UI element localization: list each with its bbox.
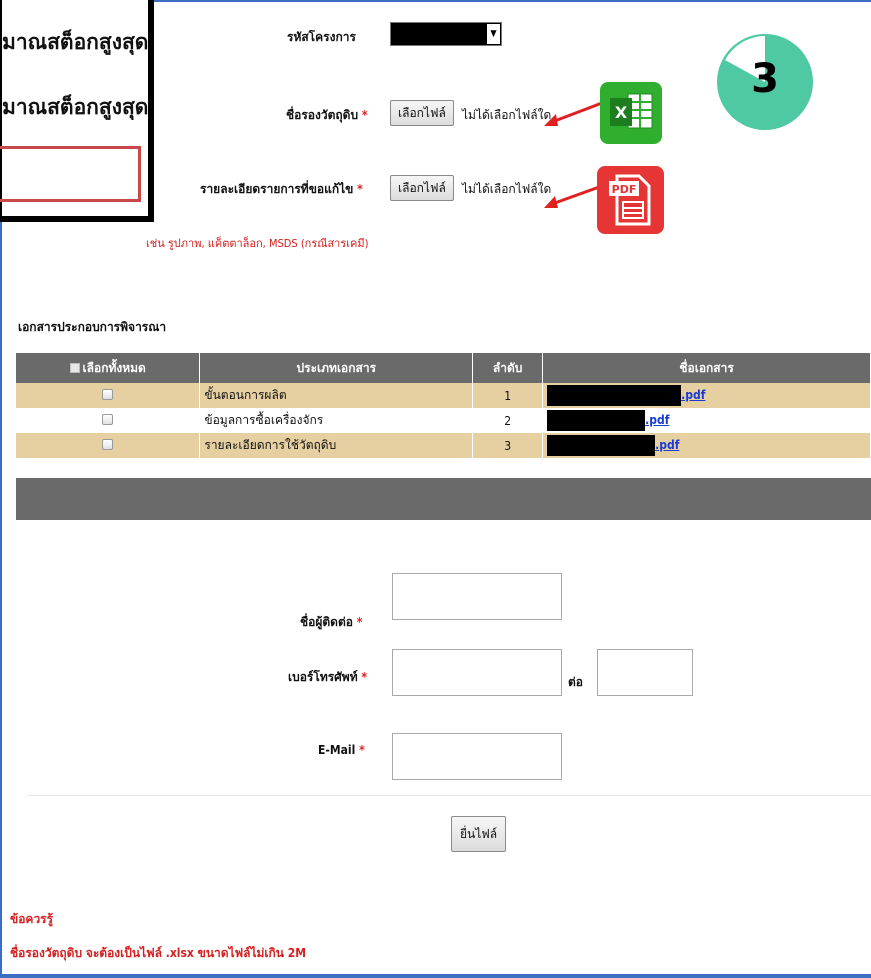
order-header: ลำดับ xyxy=(472,353,544,383)
select-all-header[interactable]: เลือกทั้งหมด xyxy=(16,353,201,383)
project-code-label: รหัสโครงการ xyxy=(287,30,356,44)
select-all-label: เลือกทั้งหมด xyxy=(82,360,146,375)
table-row: ขั้นตอนการผลิต 1 .pdf xyxy=(16,383,871,408)
pdf-file-link[interactable]: .pdf xyxy=(681,388,705,402)
pdf-tag: PDF xyxy=(612,183,637,196)
doc-name-cell: .pdf xyxy=(542,408,871,433)
required-mark: * xyxy=(356,615,363,629)
doc-name-cell: .pdf xyxy=(542,383,871,408)
row-checkbox[interactable] xyxy=(102,413,114,425)
doc-type-cell: ขั้นตอนการผลิต xyxy=(199,383,474,408)
phone-label: เบอร์โทรศัพท์ * xyxy=(288,668,367,687)
doc-type-header: ประเภทเอกสาร xyxy=(199,353,474,383)
detail-label: รายละเอียดรายการที่ขอแก้ไข * xyxy=(200,180,363,199)
order-cell: 1 xyxy=(472,383,544,408)
required-mark: * xyxy=(361,670,368,684)
excel-glyph-icon: X xyxy=(610,93,653,129)
row-checkbox-cell xyxy=(16,433,201,458)
contact-name-label-text: ชื่อผู้ติดต่อ xyxy=(300,615,353,629)
documents-section-title: เอกสารประกอบการพิจารณา xyxy=(18,320,167,334)
row-checkbox[interactable] xyxy=(102,388,114,400)
select-all-checkbox[interactable] xyxy=(69,362,80,373)
detail-label-text: รายละเอียดรายการที่ขอแก้ไข xyxy=(200,182,354,196)
zoom-callout-line-2: มาณสต็อกสูงสุด xyxy=(2,95,149,119)
email-input[interactable] xyxy=(392,733,562,780)
doc-name-cell: .pdf xyxy=(542,433,871,458)
excel-letter: X xyxy=(615,103,628,122)
page-frame-bottom xyxy=(0,974,871,978)
pdf-file-icon: PDF xyxy=(597,166,664,234)
row-checkbox-cell xyxy=(16,408,201,433)
detail-choose-file-button[interactable]: เลือกไฟล์ xyxy=(390,175,454,201)
excel-file-icon: X xyxy=(600,82,662,144)
step-badge-number: 3 xyxy=(751,56,779,102)
note-body: ชื่อรองวัตถุดิบ จะต้องเป็นไฟล์ .xlsx ขนา… xyxy=(10,946,306,960)
doc-type-cell: ข้อมูลการซื้อเครื่องจักร xyxy=(199,408,474,433)
raw-material-label-text: ชื่อรองวัตถุดิบ xyxy=(286,108,359,122)
zoom-callout-line-1: มาณสต็อกสูงสุด xyxy=(2,30,149,54)
detail-no-file-text: ไม่ได้เลือกไฟล์ใด xyxy=(462,182,552,196)
extension-input[interactable] xyxy=(597,649,693,696)
submit-file-button[interactable]: ยื่นไฟล์ xyxy=(451,816,507,852)
phone-label-text: เบอร์โทรศัพท์ xyxy=(288,670,358,684)
divider xyxy=(28,795,871,796)
table-row: ข้อมูลการซื้อเครื่องจักร 2 .pdf xyxy=(16,408,871,433)
email-label: E-Mail * xyxy=(318,743,365,757)
note-title: ข้อควรรู้ xyxy=(10,912,54,926)
documents-table-footer xyxy=(16,478,871,520)
raw-material-no-file-text: ไม่ได้เลือกไฟล์ใด xyxy=(462,108,552,122)
contact-name-label: ชื่อผู้ติดต่อ * xyxy=(300,613,362,632)
email-label-text: E-Mail xyxy=(318,743,356,757)
required-mark: * xyxy=(357,182,363,196)
documents-table: เลือกทั้งหมด ประเภทเอกสาร ลำดับ ชื่อเอกส… xyxy=(16,353,871,458)
required-mark: * xyxy=(361,108,368,122)
table-row: รายละเอียดการใช้วัตถุดิบ 3 .pdf xyxy=(16,433,871,458)
redacted-file-name xyxy=(547,435,656,456)
order-cell: 3 xyxy=(472,433,544,458)
redacted-file-name xyxy=(547,410,646,431)
doc-name-header: ชื่อเอกสาร xyxy=(542,353,871,383)
zoom-callout: มาณสต็อกสูงสุด มาณสต็อกสูงสุด xyxy=(0,0,154,222)
zoom-callout-highlight xyxy=(0,146,141,202)
redacted-file-name xyxy=(547,385,682,406)
raw-material-choose-file-button[interactable]: เลือกไฟล์ xyxy=(390,100,454,126)
row-checkbox-cell xyxy=(16,383,201,408)
raw-material-label: ชื่อรองวัตถุดิบ * xyxy=(286,106,368,125)
phone-input[interactable] xyxy=(392,649,562,696)
required-mark: * xyxy=(359,743,365,757)
project-code-select[interactable]: ▼ xyxy=(390,22,502,46)
row-checkbox[interactable] xyxy=(102,438,114,450)
order-cell: 2 xyxy=(472,408,544,433)
arrow-icon xyxy=(544,101,603,126)
contact-name-input[interactable] xyxy=(392,573,562,620)
pdf-glyph-icon: PDF xyxy=(609,174,651,226)
extension-label: ต่อ xyxy=(568,675,583,689)
doc-type-cell: รายละเอียดการใช้วัตถุดิบ xyxy=(199,433,474,458)
pdf-file-link[interactable]: .pdf xyxy=(645,413,669,427)
pdf-file-link[interactable]: .pdf xyxy=(655,438,679,452)
chevron-down-icon: ▼ xyxy=(487,24,500,44)
detail-hint: เช่น รูปภาพ, แค็ตตาล็อก, MSDS (กรณีสารเค… xyxy=(146,237,369,250)
documents-table-header: เลือกทั้งหมด ประเภทเอกสาร ลำดับ ชื่อเอกส… xyxy=(16,353,871,383)
